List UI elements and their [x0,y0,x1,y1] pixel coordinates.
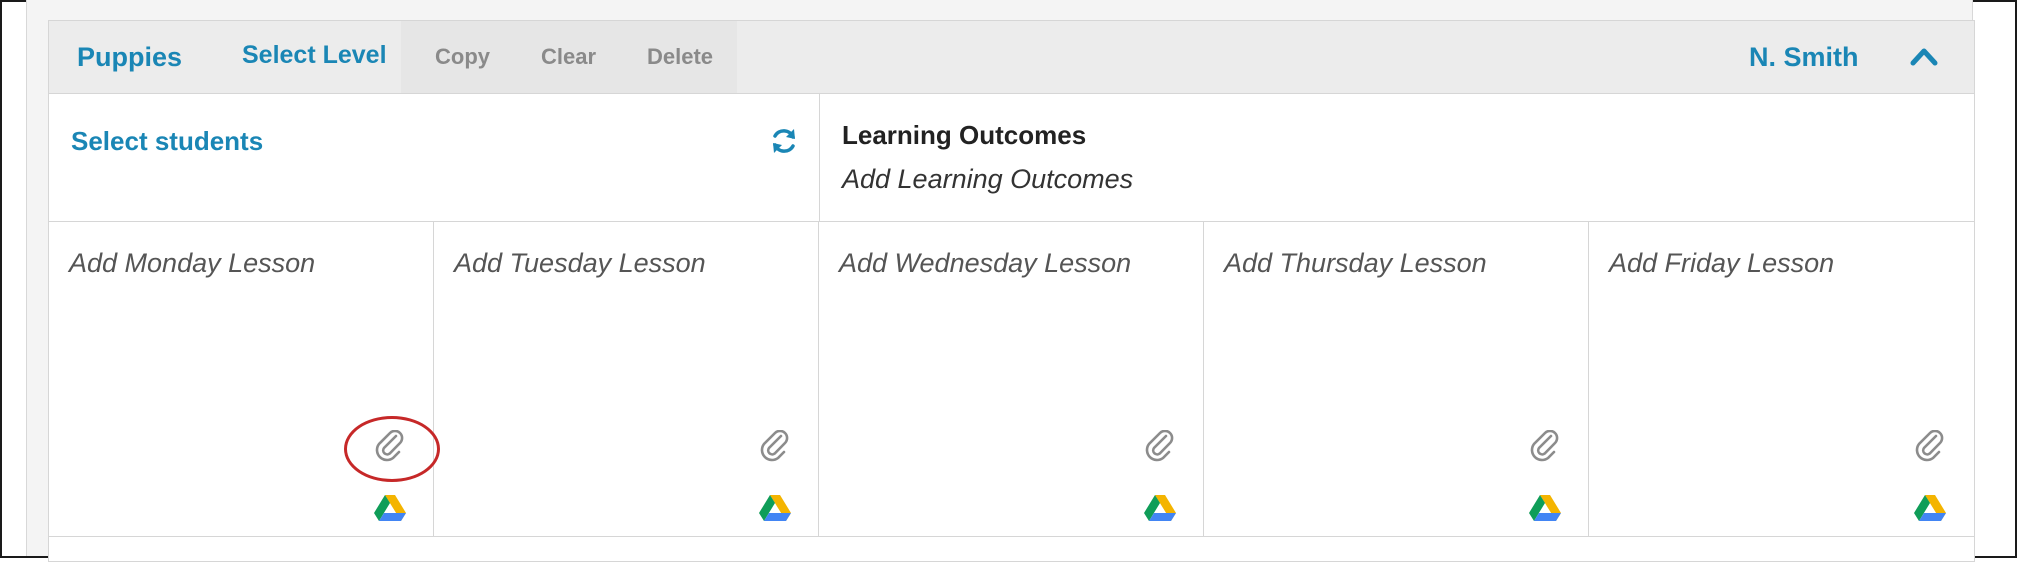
tuesday-lesson-placeholder[interactable]: Add Tuesday Lesson [454,248,706,279]
chevron-up-icon[interactable] [1909,43,1939,69]
monday-lesson-cell[interactable]: Add Monday Lesson [49,222,434,536]
google-drive-icon[interactable] [758,493,792,523]
select-level-button[interactable]: Select Level [242,19,387,91]
google-drive-icon[interactable] [1528,493,1562,523]
clear-button[interactable]: Clear [541,21,596,93]
paperclip-icon[interactable] [1530,430,1560,462]
friday-lesson-placeholder[interactable]: Add Friday Lesson [1609,248,1834,279]
tuesday-lesson-cell[interactable]: Add Tuesday Lesson [434,222,819,536]
group-name-link[interactable]: Puppies [77,21,182,93]
teacher-name-link[interactable]: N. Smith [1749,21,1859,93]
thursday-lesson-placeholder[interactable]: Add Thursday Lesson [1224,248,1487,279]
learning-outcomes-cell: Learning Outcomes Add Learning Outcomes [820,94,1974,221]
learning-outcomes-title: Learning Outcomes [842,120,1087,150]
plan-toolbar: Puppies Select Level Copy Clear Delete N… [49,21,1974,94]
lesson-plan-card: Puppies Select Level Copy Clear Delete N… [48,20,1975,562]
friday-lesson-cell[interactable]: Add Friday Lesson [1589,222,1973,536]
paperclip-icon[interactable] [1915,430,1945,462]
add-learning-outcomes-field[interactable]: Add Learning Outcomes [842,164,1133,195]
wednesday-lesson-cell[interactable]: Add Wednesday Lesson [819,222,1204,536]
select-students-button[interactable]: Select students [71,126,263,157]
students-cell: Select students [49,94,820,221]
paperclip-icon[interactable] [1145,430,1175,462]
weekday-lessons-row: Add Monday Lesson Add Tuesday Lesson Add [49,222,1974,537]
refresh-icon[interactable] [769,126,799,156]
delete-button[interactable]: Delete [647,21,713,93]
google-drive-icon[interactable] [373,493,407,523]
wednesday-lesson-placeholder[interactable]: Add Wednesday Lesson [839,248,1131,279]
thursday-lesson-cell[interactable]: Add Thursday Lesson [1204,222,1589,536]
monday-lesson-placeholder[interactable]: Add Monday Lesson [69,248,315,279]
copy-button[interactable]: Copy [435,21,490,93]
google-drive-icon[interactable] [1143,493,1177,523]
students-outcomes-row: Select students Learning Outcomes Add Le… [49,94,1974,222]
paperclip-icon[interactable] [760,430,790,462]
google-drive-icon[interactable] [1913,493,1947,523]
paperclip-highlight-annotation [344,416,440,482]
